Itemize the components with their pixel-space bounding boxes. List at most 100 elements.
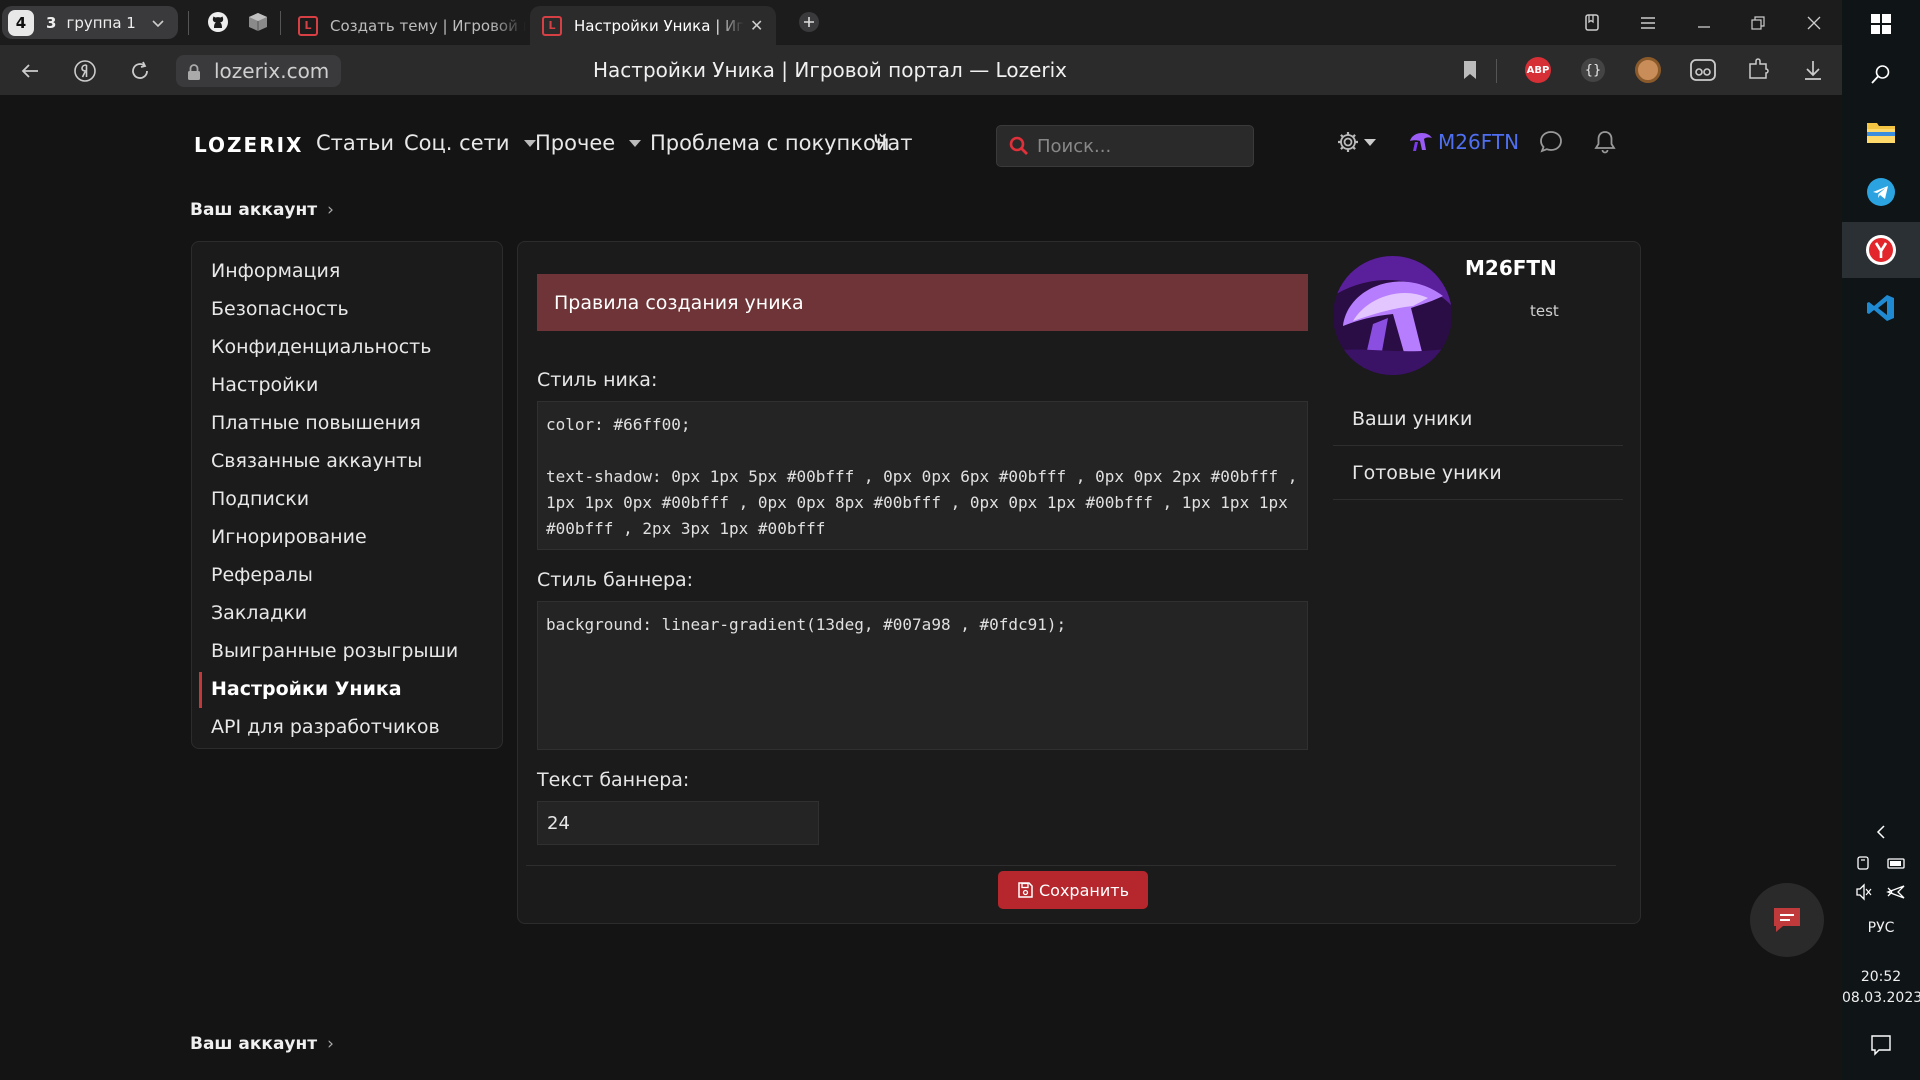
new-tab-button[interactable] bbox=[796, 9, 822, 35]
clock-time[interactable]: 20:52 bbox=[1842, 969, 1920, 985]
sidebar-item-ignoring[interactable]: Игнорирование bbox=[192, 518, 502, 556]
tab-title: Создать тему | Игровой портал — Lozerix bbox=[330, 16, 526, 35]
restore-icon[interactable] bbox=[1744, 9, 1772, 37]
tab-create-topic[interactable]: L Создать тему | Игровой портал — Lozeri… bbox=[286, 6, 526, 45]
sidebar-item-linked-accounts[interactable]: Связанные аккаунты bbox=[192, 442, 502, 480]
sidebar-item-info[interactable]: Информация bbox=[192, 252, 502, 290]
link-your-uniques[interactable]: Ваши уники bbox=[1333, 392, 1623, 446]
download-icon[interactable] bbox=[1799, 56, 1827, 84]
sidebar-item-unique-settings[interactable]: Настройки Уника bbox=[192, 670, 502, 708]
unique-settings-panel: Правила создания уника Стиль ника: color… bbox=[517, 241, 1641, 924]
tab-unique-settings[interactable]: L Настройки Уника | Игровой портал — Loz… bbox=[530, 6, 776, 45]
toolbar-divider bbox=[1496, 59, 1497, 83]
nav-articles[interactable]: Статьи bbox=[316, 131, 394, 155]
sidebar-item-referrals[interactable]: Рефералы bbox=[192, 556, 502, 594]
lock-icon[interactable] bbox=[186, 62, 202, 86]
lozerix-favicon-icon: L bbox=[542, 15, 562, 36]
banner-text-label: Текст баннера: bbox=[537, 769, 690, 791]
collections-icon[interactable] bbox=[1578, 9, 1606, 37]
caret-down-icon bbox=[523, 139, 536, 147]
divider bbox=[526, 865, 1616, 866]
notifications-bell-icon[interactable] bbox=[1590, 127, 1620, 157]
reader-mode-icon[interactable] bbox=[1689, 56, 1717, 84]
page-title: Настройки Уника | Игровой портал — Lozer… bbox=[593, 58, 1067, 82]
profile-username[interactable]: M26FTN bbox=[1465, 256, 1557, 280]
url-field[interactable]: lozerix.com bbox=[176, 55, 342, 87]
header-username[interactable]: M26FTN bbox=[1438, 130, 1519, 154]
banner-style-textarea[interactable]: background: linear-gradient(13deg, #007a… bbox=[537, 601, 1308, 750]
nav-other[interactable]: Прочее bbox=[535, 131, 642, 155]
notification-center-icon[interactable] bbox=[1842, 1030, 1920, 1060]
address-bar: lozerix.com Настройки Уника | Игровой по… bbox=[0, 45, 1842, 95]
save-button[interactable]: Сохранить bbox=[998, 871, 1148, 909]
sidebar-item-privacy[interactable]: Конфиденциальность bbox=[192, 328, 502, 366]
reload-button[interactable] bbox=[126, 57, 154, 85]
close-icon[interactable]: ✕ bbox=[750, 16, 763, 35]
adblock-icon[interactable]: ABP bbox=[1524, 56, 1552, 84]
tab-divider bbox=[188, 11, 189, 35]
settings-dropdown[interactable] bbox=[1334, 127, 1378, 157]
search-box bbox=[996, 125, 1254, 167]
back-button[interactable] bbox=[16, 57, 44, 85]
nick-style-label: Стиль ника: bbox=[537, 369, 658, 391]
tray-icons-row-1[interactable] bbox=[1842, 852, 1920, 874]
box-tab-icon[interactable] bbox=[245, 9, 271, 35]
clock-date[interactable]: 08.03.2023 bbox=[1842, 990, 1920, 1006]
site-logo[interactable]: LOZERIX bbox=[194, 133, 303, 157]
sidebar-item-settings[interactable]: Настройки bbox=[192, 366, 502, 404]
banner-text-input[interactable]: 24 bbox=[537, 801, 819, 845]
telegram-icon[interactable] bbox=[1842, 168, 1920, 216]
sidebar-item-security[interactable]: Безопасность bbox=[192, 290, 502, 328]
account-sidebar: Информация Безопасность Конфиденциальнос… bbox=[191, 241, 503, 749]
nick-style-textarea[interactable]: color: #66ff00; text-shadow: 0px 1px 5px… bbox=[537, 401, 1308, 550]
sidebar-item-subscriptions[interactable]: Подписки bbox=[192, 480, 502, 518]
search-input[interactable] bbox=[1037, 135, 1237, 157]
sidebar-item-bookmarks[interactable]: Закладки bbox=[192, 594, 502, 632]
github-tab-icon[interactable] bbox=[205, 9, 231, 35]
sidebar-item-paid-upgrades[interactable]: Платные повышения bbox=[192, 404, 502, 442]
link-ready-uniques[interactable]: Готовые уники bbox=[1333, 446, 1623, 500]
yandex-icon[interactable] bbox=[71, 57, 99, 85]
nav-social[interactable]: Соц. сети bbox=[404, 131, 536, 155]
minimize-icon[interactable] bbox=[1690, 9, 1718, 37]
chevron-down-icon[interactable] bbox=[146, 11, 170, 35]
nav-purchase-problem[interactable]: Проблема с покупкой bbox=[650, 131, 889, 155]
language-indicator[interactable]: РУС bbox=[1842, 920, 1920, 936]
tab-group[interactable]: 4 3 группа 1 bbox=[2, 6, 178, 39]
caret-down-icon bbox=[1364, 138, 1376, 146]
sidebar-item-api[interactable]: API для разработчиков bbox=[192, 708, 502, 746]
sidebar-item-won-giveaways[interactable]: Выигранные розыгрыши bbox=[192, 632, 502, 670]
menu-icon[interactable] bbox=[1634, 9, 1662, 37]
windows-start-icon[interactable] bbox=[1842, 4, 1920, 44]
site-header: LOZERIX Статьи Соц. сети Прочее Проблема… bbox=[0, 95, 1842, 190]
nav-chat[interactable]: Чат bbox=[873, 131, 913, 155]
breadcrumb[interactable]: Ваш аккаунт › bbox=[190, 200, 334, 220]
chevron-right-icon: › bbox=[327, 200, 334, 220]
yandex-browser-icon[interactable] bbox=[1842, 222, 1920, 278]
tampermonkey-icon[interactable] bbox=[1634, 56, 1662, 84]
tray-icons-row-2[interactable] bbox=[1842, 880, 1920, 904]
messages-icon[interactable] bbox=[1536, 127, 1566, 157]
rules-banner[interactable]: Правила создания уника bbox=[537, 274, 1308, 331]
save-icon bbox=[1018, 882, 1033, 898]
tab-count-badge: 4 bbox=[8, 9, 34, 36]
floating-chat-button[interactable] bbox=[1750, 883, 1824, 957]
chevron-left-icon[interactable] bbox=[1842, 820, 1920, 844]
vscode-icon[interactable] bbox=[1842, 284, 1920, 332]
gear-icon bbox=[1338, 132, 1358, 152]
profile-status: test bbox=[1530, 302, 1559, 320]
bookmark-icon[interactable] bbox=[1456, 56, 1484, 84]
lozerix-favicon-icon: L bbox=[298, 15, 318, 36]
windows-taskbar: РУС 20:52 08.03.2023 bbox=[1842, 0, 1920, 1080]
user-avatar-small[interactable] bbox=[1406, 127, 1436, 157]
json-viewer-icon[interactable]: {} bbox=[1579, 56, 1607, 84]
profile-avatar[interactable] bbox=[1333, 256, 1452, 375]
caret-down-icon bbox=[629, 139, 642, 147]
search-icon[interactable] bbox=[1842, 54, 1920, 94]
tab-group-label: группа 1 bbox=[66, 13, 136, 32]
breadcrumb-bottom[interactable]: Ваш аккаунт › bbox=[190, 1034, 334, 1054]
file-explorer-icon[interactable] bbox=[1842, 108, 1920, 156]
extensions-icon[interactable] bbox=[1744, 56, 1772, 84]
tab-title: Настройки Уника | Игровой портал — Lozer… bbox=[574, 16, 744, 35]
close-window-icon[interactable] bbox=[1800, 9, 1828, 37]
